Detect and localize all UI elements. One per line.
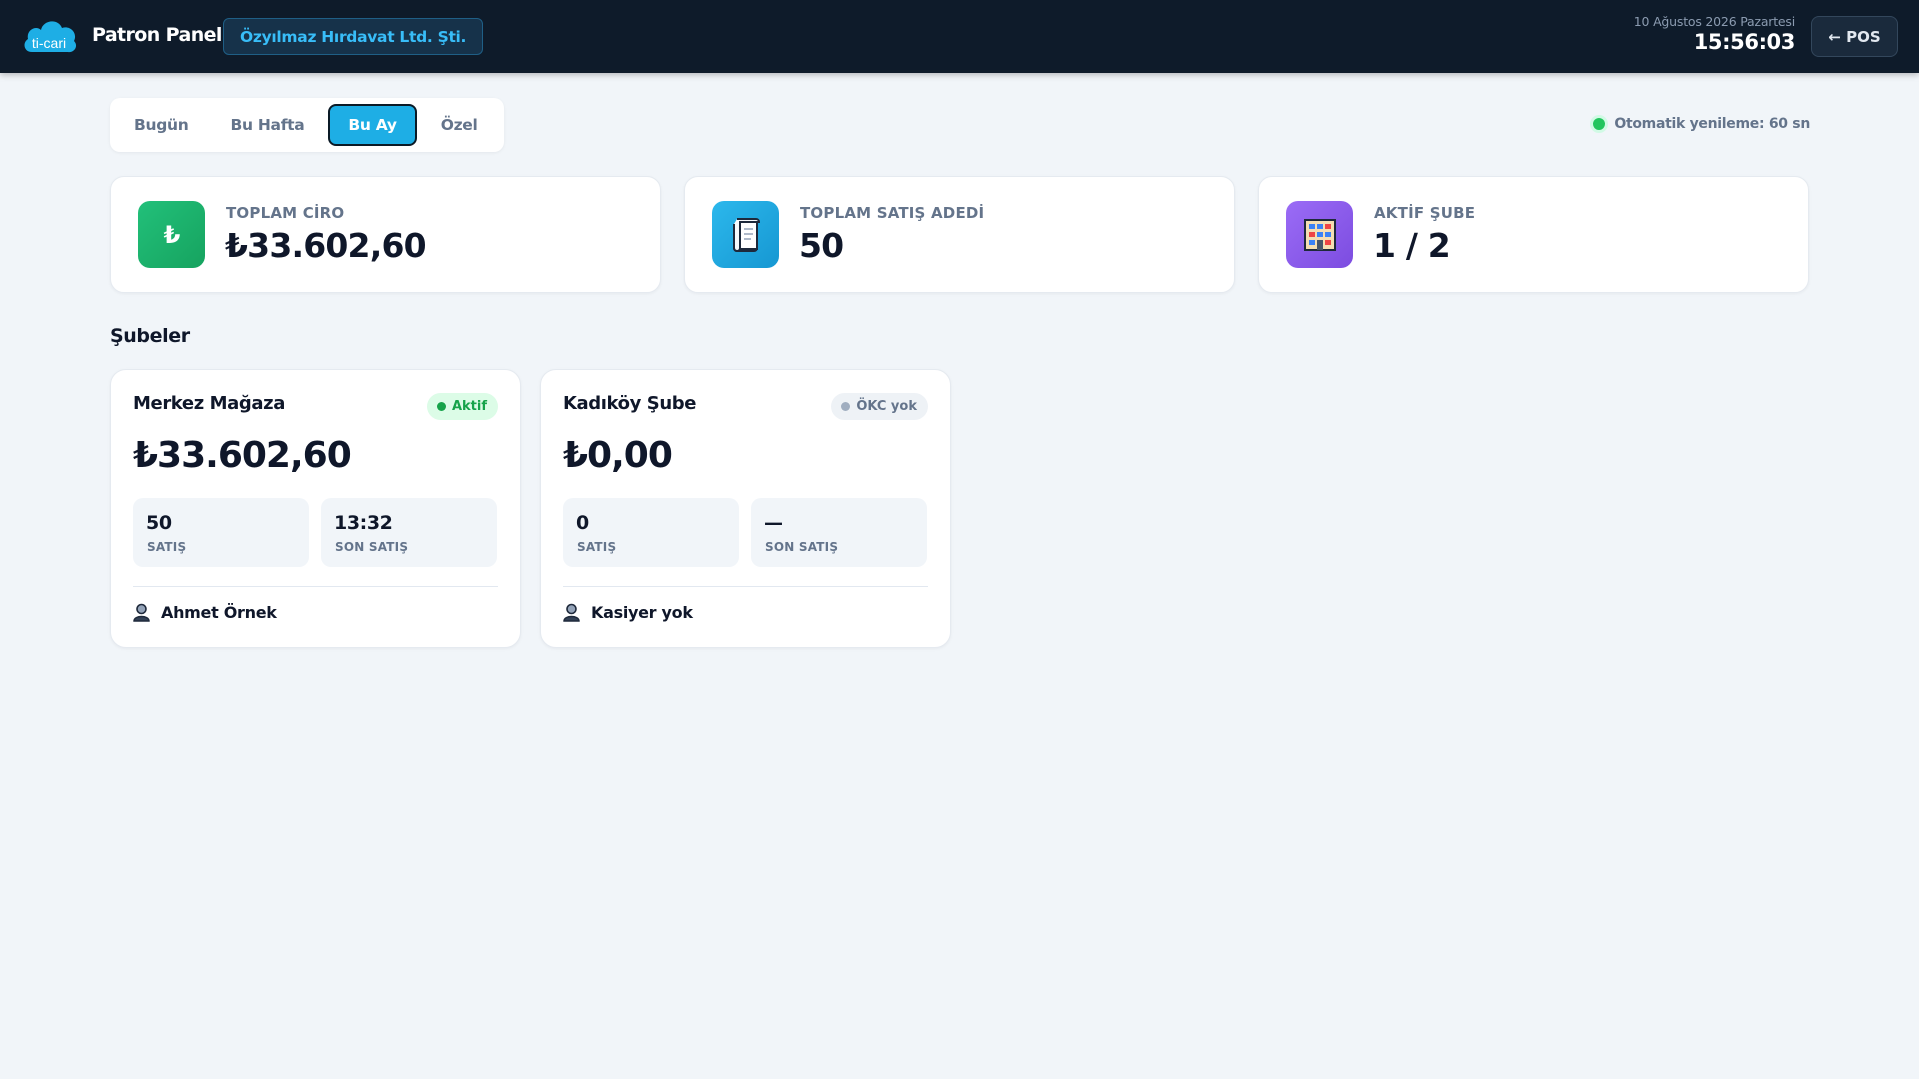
auto-refresh-indicator: Otomatik yenileme: 60 sn xyxy=(1593,116,1810,132)
lira-icon: ₺ xyxy=(138,201,205,268)
stat-label: AKTİF ŞUBE xyxy=(1374,204,1476,222)
stat-label: TOPLAM CİRO xyxy=(226,204,345,222)
sales-count-value: 0 xyxy=(576,512,589,534)
branch-total-revenue: ₺0,00 xyxy=(563,435,673,476)
receipt-icon xyxy=(712,201,779,268)
period-tabs: Bugün Bu Hafta Bu Ay Özel xyxy=(110,98,504,152)
branch-cashier: Kasiyer yok xyxy=(563,603,693,622)
last-sale-value: — xyxy=(764,512,783,534)
current-time: 15:56:03 xyxy=(1693,30,1796,54)
stat-card-total-sales: TOPLAM SATIŞ ADEDİ 50 xyxy=(684,176,1235,293)
sales-count-value: 50 xyxy=(146,512,172,534)
status-dot-icon xyxy=(841,402,851,411)
logo-text: ti-cari xyxy=(32,35,66,51)
branch-cashier: Ahmet Örnek xyxy=(133,603,277,622)
tab-today[interactable]: Bugün xyxy=(116,104,207,146)
building-icon xyxy=(1286,201,1353,268)
cashier-name: Kasiyer yok xyxy=(591,603,693,622)
status-badge-label: Aktif xyxy=(451,399,487,414)
cashier-name: Ahmet Örnek xyxy=(161,603,277,622)
branch-name: Kadıköy Şube xyxy=(563,393,697,414)
last-sale-label: SON SATIŞ xyxy=(765,540,839,554)
stat-value: 1 / 2 xyxy=(1373,226,1451,265)
tab-this-month[interactable]: Bu Ay xyxy=(328,104,417,146)
clock: 10 Ağustos 2026 Pazartesi 15:56:03 xyxy=(1633,14,1796,54)
auto-refresh-label: Otomatik yenileme: 60 sn xyxy=(1614,116,1810,132)
stat-card-total-revenue: ₺ TOPLAM CİRO ₺33.602,60 xyxy=(110,176,661,293)
branch-last-sale-box: — SON SATIŞ xyxy=(751,498,927,567)
stat-card-active-branches: AKTİF ŞUBE 1 / 2 xyxy=(1258,176,1809,293)
branch-sales-count-box: 0 SATIŞ xyxy=(563,498,739,567)
branch-name: Merkez Mağaza xyxy=(133,393,285,414)
current-date: 10 Ağustos 2026 Pazartesi xyxy=(1633,14,1795,29)
svg-text:₺: ₺ xyxy=(163,221,180,249)
stat-value: 50 xyxy=(799,226,844,265)
sales-count-label: SATIŞ xyxy=(577,540,617,554)
branches-section-title: Şubeler xyxy=(110,325,190,347)
branch-last-sale-box: 13:32 SON SATIŞ xyxy=(321,498,497,567)
status-dot-icon xyxy=(436,402,446,411)
panel-title: Patron Paneli xyxy=(92,24,228,46)
branch-total-revenue: ₺33.602,60 xyxy=(133,435,352,476)
company-selector[interactable]: Özyılmaz Hırdavat Ltd. Şti. xyxy=(223,18,484,55)
last-sale-value: 13:32 xyxy=(334,512,393,534)
stat-label: TOPLAM SATIŞ ADEDİ xyxy=(800,204,985,222)
top-bar: ti-cari Patron Paneli Özyılmaz Hırdavat … xyxy=(0,0,1919,73)
sales-count-label: SATIŞ xyxy=(147,540,187,554)
ti-cari-logo[interactable]: ti-cari xyxy=(22,16,78,54)
status-badge: ÖKC yok xyxy=(831,393,928,420)
stat-value: ₺33.602,60 xyxy=(225,226,427,265)
branch-card-kadikoy[interactable]: Kadıköy Şube ÖKC yok ₺0,00 0 SATIŞ — SON… xyxy=(540,369,951,648)
tab-custom[interactable]: Özel xyxy=(423,104,496,146)
status-dot-icon xyxy=(1593,118,1606,130)
user-icon xyxy=(563,603,580,622)
back-to-pos-button[interactable]: ← POS xyxy=(1811,16,1898,57)
status-badge-label: ÖKC yok xyxy=(856,399,917,414)
branch-card-merkez[interactable]: Merkez Mağaza Aktif ₺33.602,60 50 SATIŞ … xyxy=(110,369,521,648)
branch-sales-count-box: 50 SATIŞ xyxy=(133,498,309,567)
user-icon xyxy=(133,603,150,622)
divider xyxy=(133,586,498,587)
last-sale-label: SON SATIŞ xyxy=(335,540,409,554)
tab-this-week[interactable]: Bu Hafta xyxy=(213,104,323,146)
divider xyxy=(563,586,928,587)
status-badge: Aktif xyxy=(426,393,498,420)
